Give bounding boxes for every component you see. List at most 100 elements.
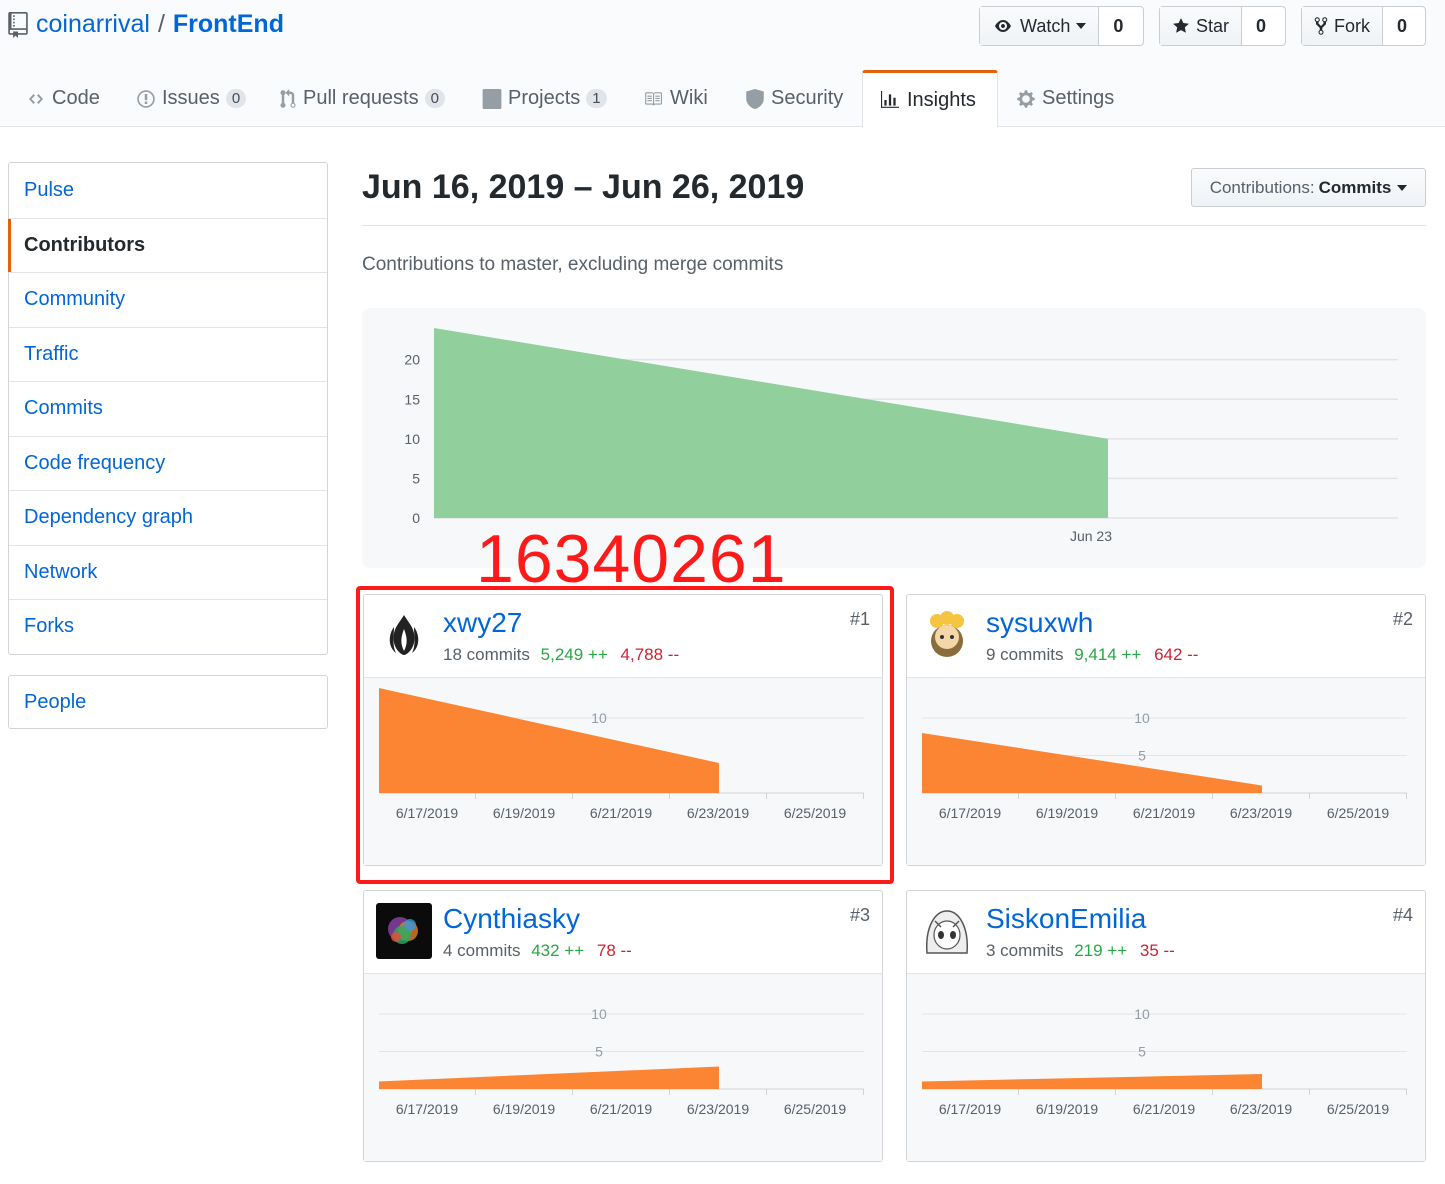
sidebar-item-forks[interactable]: Forks — [9, 599, 327, 654]
additions-count: 9,414 ++ — [1074, 645, 1142, 664]
sidebar-item-code-frequency[interactable]: Code frequency — [9, 435, 327, 491]
repo-name-link[interactable]: FrontEnd — [173, 10, 284, 39]
contributor-username-link[interactable]: SiskonEmilia — [986, 903, 1146, 935]
sidebar-item-community[interactable]: Community — [9, 272, 327, 327]
x-tick-label: 6/17/2019 — [939, 805, 1001, 821]
gear-icon — [1017, 89, 1035, 108]
contributions-value: Commits — [1318, 177, 1392, 197]
x-tick-label: 6/17/2019 — [939, 1101, 1001, 1117]
repo-tabs: Code Issues 0 Pull requests 0 Projects 1… — [0, 70, 1445, 128]
graph-icon — [881, 91, 899, 108]
avatar[interactable] — [919, 903, 975, 959]
tab-pull-requests[interactable]: Pull requests 0 — [279, 70, 445, 127]
y-tick-label: 5 — [1138, 748, 1146, 764]
x-tick-label: 6/23/2019 — [687, 1101, 749, 1117]
watch-label: Watch — [1020, 15, 1071, 36]
fork-label: Fork — [1334, 15, 1370, 36]
commit-count[interactable]: 4 commits — [443, 941, 520, 960]
y-tick-label: 15 — [404, 391, 420, 407]
watch-group: Watch 0 — [979, 6, 1144, 46]
watch-button[interactable]: Watch — [980, 7, 1100, 45]
x-tick-label: 6/23/2019 — [1230, 1101, 1292, 1117]
contributor-username-link[interactable]: sysuxwh — [986, 607, 1093, 639]
tab-label: Wiki — [670, 87, 708, 109]
y-tick-label: 0 — [412, 510, 420, 526]
watch-count[interactable]: 0 — [1099, 7, 1137, 45]
repo-owner-link[interactable]: coinarrival — [36, 10, 150, 39]
sidebar-item-network[interactable]: Network — [9, 544, 327, 600]
sidebar-item-commits[interactable]: Commits — [9, 381, 327, 436]
tab-projects[interactable]: Projects 1 — [482, 70, 607, 127]
x-tick-label: 6/25/2019 — [1327, 805, 1389, 821]
projects-count-badge: 1 — [586, 89, 607, 108]
contributor-username-link[interactable]: Cynthiasky — [443, 903, 580, 935]
commit-count[interactable]: 3 commits — [986, 941, 1063, 960]
fork-count[interactable]: 0 — [1383, 7, 1421, 45]
x-tick-label: 6/19/2019 — [493, 1101, 555, 1117]
contributions-label: Contributions: — [1209, 177, 1315, 197]
shield-icon — [746, 88, 764, 109]
x-tick-label: Jun 23 — [1070, 528, 1112, 544]
y-tick-label: 5 — [1138, 1044, 1146, 1060]
tab-label: Settings — [1042, 87, 1115, 109]
rank-label: #3 — [849, 905, 870, 925]
contributor-chart[interactable]: 10 5 6/17/2019 6/19/2019 6/21/2019 6/23/2019 6… — [907, 973, 1425, 1161]
tab-security[interactable]: Security — [745, 70, 843, 127]
tab-label: Security — [771, 87, 844, 109]
contributor-stats: 3 commits 219 ++ 35 -- — [986, 941, 1175, 961]
pr-count-badge: 0 — [424, 89, 445, 108]
contributor-chart[interactable]: 10 5 6/17/2019 6/19/2019 6/21/2019 6/23/2019 6… — [364, 973, 882, 1161]
y-tick-label: 20 — [404, 352, 420, 368]
code-icon — [29, 93, 43, 104]
tab-label: Projects — [508, 87, 581, 109]
repo-separator: / — [157, 10, 165, 38]
tab-issues[interactable]: Issues 0 — [136, 70, 247, 127]
sidebar-item-contributors[interactable]: Contributors — [8, 217, 327, 273]
repo-icon — [8, 11, 28, 38]
contributor-chart-svg: 10 5 6/17/2019 6/19/2019 6/21/2019 6/23/2019 6… — [379, 1006, 864, 1117]
divider — [362, 225, 1426, 226]
x-tick-label: 6/21/2019 — [590, 1101, 652, 1117]
tab-code[interactable]: Code — [26, 70, 100, 127]
additions-count: 432 ++ — [531, 941, 585, 960]
repo-title: coinarrival / FrontEnd — [8, 10, 284, 39]
star-icon — [1173, 18, 1189, 33]
fork-icon — [1314, 17, 1328, 35]
deletions-count: 642 -- — [1154, 645, 1199, 664]
avatar[interactable] — [919, 607, 975, 663]
tab-settings[interactable]: Settings — [1016, 70, 1114, 127]
fork-button[interactable]: Fork — [1302, 7, 1383, 45]
insights-sidebar: Pulse Contributors Community Traffic Com… — [8, 162, 328, 655]
date-range-title: Jun 16, 2019 – Jun 26, 2019 — [362, 168, 805, 206]
sidebar-item-dependency-graph[interactable]: Dependency graph — [9, 490, 327, 545]
rank-label: #4 — [1392, 905, 1413, 925]
contributor-chart-svg: 10 5 6/17/2019 6/19/2019 6/21/2019 6/23/2019 6… — [922, 710, 1407, 821]
contributor-card: Cynthiasky 4 commits 432 ++ 78 -- #3 10 5… — [363, 890, 883, 1162]
x-tick-label: 6/19/2019 — [1036, 1101, 1098, 1117]
y-tick-label: 10 — [404, 431, 420, 447]
sidebar-item-traffic[interactable]: Traffic — [9, 326, 327, 382]
contributor-area — [379, 1066, 719, 1089]
contributions-type-select[interactable]: Contributions: Commits — [1191, 168, 1426, 207]
contributor-chart[interactable]: 10 5 6/17/2019 6/19/2019 6/21/2019 6/23/2019 6… — [907, 677, 1425, 865]
star-count[interactable]: 0 — [1242, 7, 1280, 45]
star-group: Star 0 — [1159, 6, 1286, 46]
eye-icon — [995, 20, 1011, 32]
commit-count[interactable]: 9 commits — [986, 645, 1063, 664]
contributor-card: SiskonEmilia 3 commits 219 ++ 35 -- #4 1… — [906, 890, 1426, 1162]
y-tick-label: 5 — [595, 1044, 603, 1060]
contributor-chart-svg: 10 5 6/17/2019 6/19/2019 6/21/2019 6/23/2019 6… — [922, 1006, 1407, 1117]
book-icon — [645, 91, 662, 106]
star-button[interactable]: Star — [1160, 7, 1243, 45]
overall-area — [434, 328, 1108, 518]
y-tick-label: 5 — [412, 470, 420, 486]
tab-insights[interactable]: Insights — [862, 70, 998, 128]
chevron-down-icon — [1397, 184, 1408, 191]
issues-count-badge: 0 — [225, 89, 247, 108]
avatar[interactable] — [376, 903, 432, 959]
tab-wiki[interactable]: Wiki — [642, 70, 708, 127]
deletions-count: 78 -- — [596, 941, 632, 960]
sidebar-item-people[interactable]: People — [8, 675, 328, 729]
sidebar-item-pulse[interactable]: Pulse — [9, 163, 327, 218]
tab-label: Pull requests — [303, 87, 419, 109]
